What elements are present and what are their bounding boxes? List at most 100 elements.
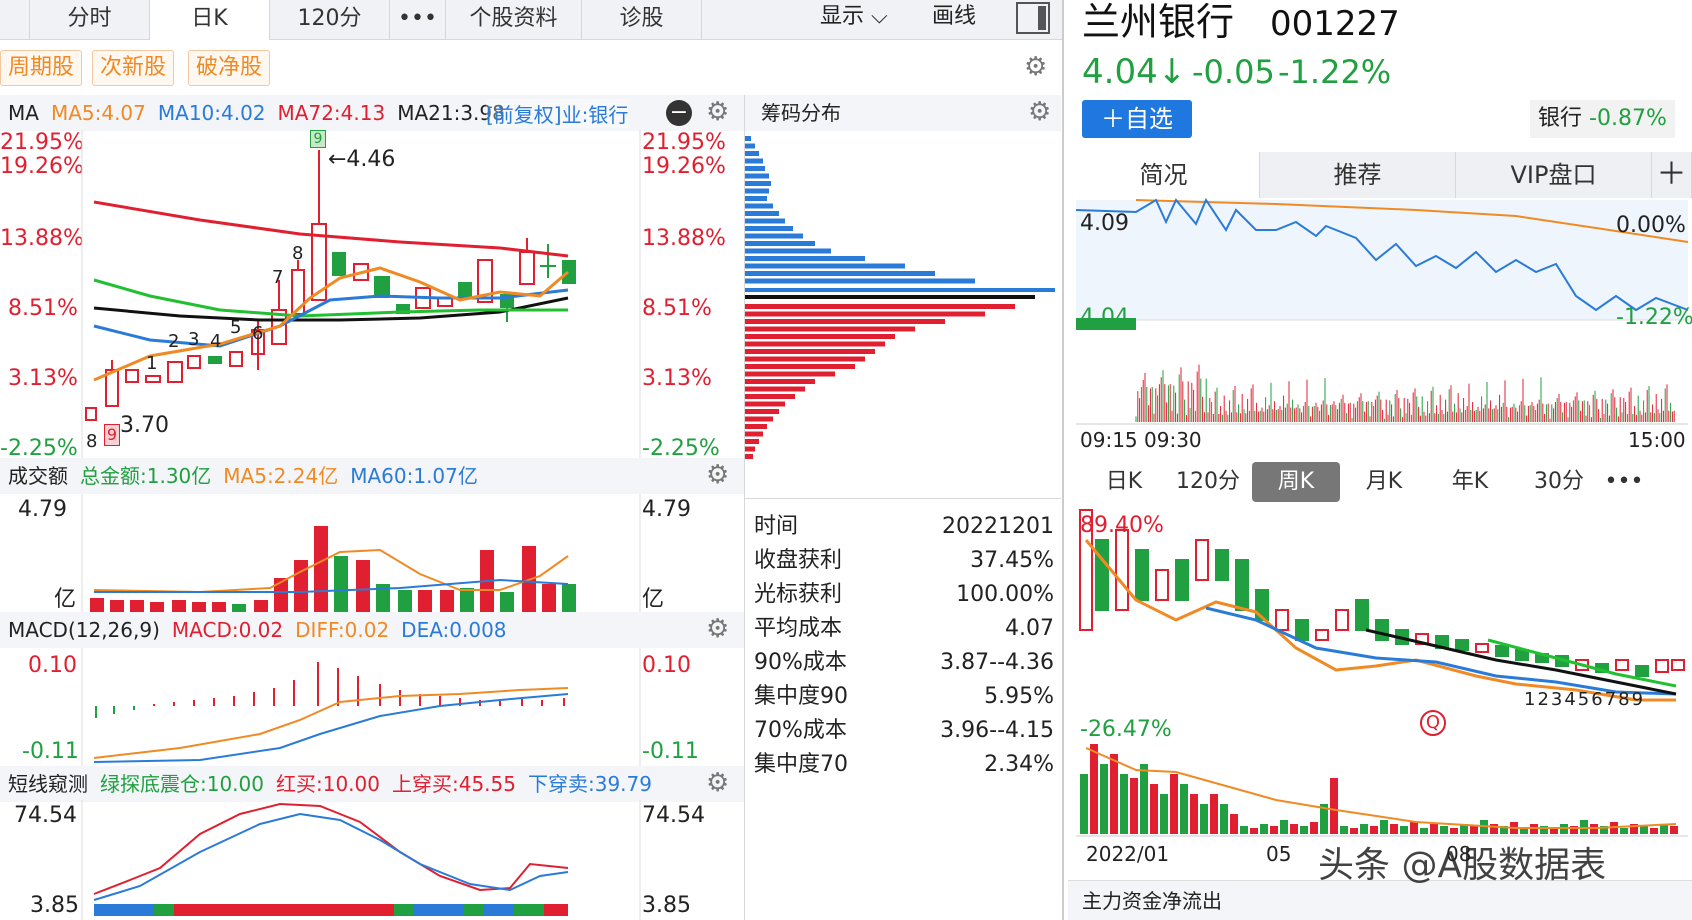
seq-num: 5 <box>230 317 242 338</box>
weekly-candle <box>1335 609 1349 631</box>
industry-badge[interactable]: 银行 -0.87% <box>1530 100 1675 138</box>
weekly-volume-bar <box>1080 774 1088 834</box>
volume-bar <box>212 602 226 612</box>
tab-vip[interactable]: VIP盘口 <box>1456 152 1652 198</box>
daily-kline-chart[interactable] <box>0 130 745 460</box>
overlay-industry[interactable]: [前复权]业:银行 <box>486 99 629 128</box>
short-header: 短线窥测 绿探底震仓:10.00 红买:10.00 上穿买:45.55 下穿卖:39.7… <box>0 766 744 802</box>
gear-icon[interactable]: ⚙ <box>706 616 729 642</box>
weekly-volume-bar <box>1250 828 1258 834</box>
chip-bar <box>745 424 767 429</box>
chip-bar <box>745 446 755 452</box>
gear-icon[interactable]: ⚙ <box>706 462 729 488</box>
seq-num: 4 <box>210 331 222 352</box>
chip-bar <box>745 188 769 194</box>
weekly-volume-bar <box>1160 794 1168 834</box>
volume-bar <box>500 592 514 612</box>
chip-stat-key: 集中度70 <box>754 752 848 777</box>
weekly-volume-bar <box>1180 784 1188 834</box>
weekly-candle <box>1315 629 1329 641</box>
tag-cyclical[interactable]: 周期股 <box>0 50 83 86</box>
zoom-out-icon[interactable]: − <box>666 100 692 126</box>
ma5-line <box>93 266 569 382</box>
short-chart <box>81 800 641 920</box>
chevron-down-icon: ⌵ <box>871 4 888 29</box>
chip-stat-value: 3.87--4.36 <box>940 650 1054 675</box>
tab-120min[interactable]: 120分 <box>270 0 390 40</box>
tab-daily-k[interactable]: 日K <box>150 0 270 40</box>
gear-icon[interactable]: ⚙ <box>1024 54 1047 80</box>
chip-bar <box>745 136 751 141</box>
tab-stock-info[interactable]: 个股资料 <box>446 0 582 40</box>
short-down: 下穿卖:39.79 <box>528 772 652 796</box>
tab-recommend[interactable]: 推荐 <box>1260 152 1456 198</box>
chip-bar <box>745 181 771 186</box>
display-label: 显示 <box>820 4 865 29</box>
volume-bar <box>150 602 164 612</box>
gear-icon[interactable]: ⚙ <box>706 99 729 125</box>
period-tab-daily[interactable]: 日K <box>1094 462 1154 502</box>
tab-diagnose[interactable]: 诊股 <box>582 0 702 40</box>
tab-more[interactable]: ••• <box>390 0 446 40</box>
chip-bar <box>745 364 855 369</box>
chip-stat-key: 时间 <box>754 514 799 539</box>
volume-header: 成交额 总金额:1.30亿 MA5:2.24亿 MA60:1.07亿 <box>0 458 744 494</box>
chip-bar <box>745 409 779 414</box>
net-outflow-label[interactable]: 主力资金净流出 <box>1082 886 1222 916</box>
period-tab-yearly[interactable]: 年K <box>1440 462 1500 502</box>
weekly-candle <box>1655 659 1669 673</box>
period-tab-120min[interactable]: 120分 <box>1168 462 1248 502</box>
ma72-value: MA72:4.13 <box>277 101 386 125</box>
weekly-date-2: 05 <box>1266 842 1292 866</box>
volume-bar <box>356 560 370 612</box>
volume-bar <box>542 584 556 612</box>
volume-bar <box>254 600 268 612</box>
period-tab-weekly[interactable]: 周K <box>1252 462 1340 502</box>
tab-overview[interactable]: 简况 <box>1068 152 1260 198</box>
draw-line-button[interactable]: 画线 <box>932 0 976 34</box>
weekly-volume-bar <box>1270 826 1278 834</box>
weekly-candle <box>1455 639 1469 651</box>
panel-toggle-icon[interactable] <box>1016 2 1050 34</box>
display-menu[interactable]: 显示 ⌵ <box>820 0 888 34</box>
add-tab-button[interactable]: ＋ <box>1652 152 1692 198</box>
chip-stat-value: 100.00% <box>956 582 1054 607</box>
gear-icon[interactable]: ⚙ <box>706 770 729 796</box>
volume-bar <box>110 600 124 612</box>
tab-minute[interactable]: 分时 <box>30 0 150 40</box>
chip-bar <box>745 278 975 284</box>
chip-bar <box>745 143 755 149</box>
period-tab-more[interactable]: ••• <box>1604 462 1644 502</box>
minute-chart[interactable] <box>1075 197 1689 425</box>
chip-stat-value: 3.96--4.15 <box>940 718 1054 743</box>
volume-bar <box>398 590 412 612</box>
chip-stat-value: 20221201 <box>942 514 1054 539</box>
weekly-volume-bar <box>1640 826 1648 834</box>
chip-stat-row: 平均成本 4.07 <box>752 612 1054 646</box>
chip-bar <box>745 295 1035 299</box>
weekly-kline-chart[interactable] <box>1076 509 1688 840</box>
chip-stat-row: 70%成本 3.96--4.15 <box>752 714 1054 748</box>
tag-new-stock[interactable]: 次新股 <box>92 50 175 86</box>
weekly-candle <box>1235 559 1249 611</box>
add-watchlist-button[interactable]: ＋自选 <box>1082 100 1192 138</box>
weekly-candle <box>1275 609 1289 631</box>
gear-icon[interactable]: ⚙ <box>1028 99 1051 125</box>
watermark: 头条 @A股数据表 <box>1318 845 1607 886</box>
tag-below-book[interactable]: 破净股 <box>188 50 271 86</box>
period-tab-monthly[interactable]: 月K <box>1354 462 1414 502</box>
chip-header: 筹码分布 <box>745 95 1061 131</box>
minute-pct-high: 0.00% <box>1616 213 1686 238</box>
chip-stat-key: 70%成本 <box>754 718 847 743</box>
weekly-volume-bar <box>1210 794 1218 834</box>
chip-bar <box>745 311 985 317</box>
chip-bar <box>745 151 759 156</box>
chip-stat-key: 90%成本 <box>754 650 847 675</box>
weekly-volume-bar <box>1290 824 1298 834</box>
minute-axis-high: 4.09 <box>1080 211 1129 236</box>
period-tab-30min[interactable]: 30分 <box>1524 462 1594 502</box>
tab-back[interactable] <box>0 0 30 40</box>
weekly-candle <box>1115 529 1129 611</box>
chip-stat-key: 收盘获利 <box>754 548 843 573</box>
chip-bar <box>745 203 773 209</box>
